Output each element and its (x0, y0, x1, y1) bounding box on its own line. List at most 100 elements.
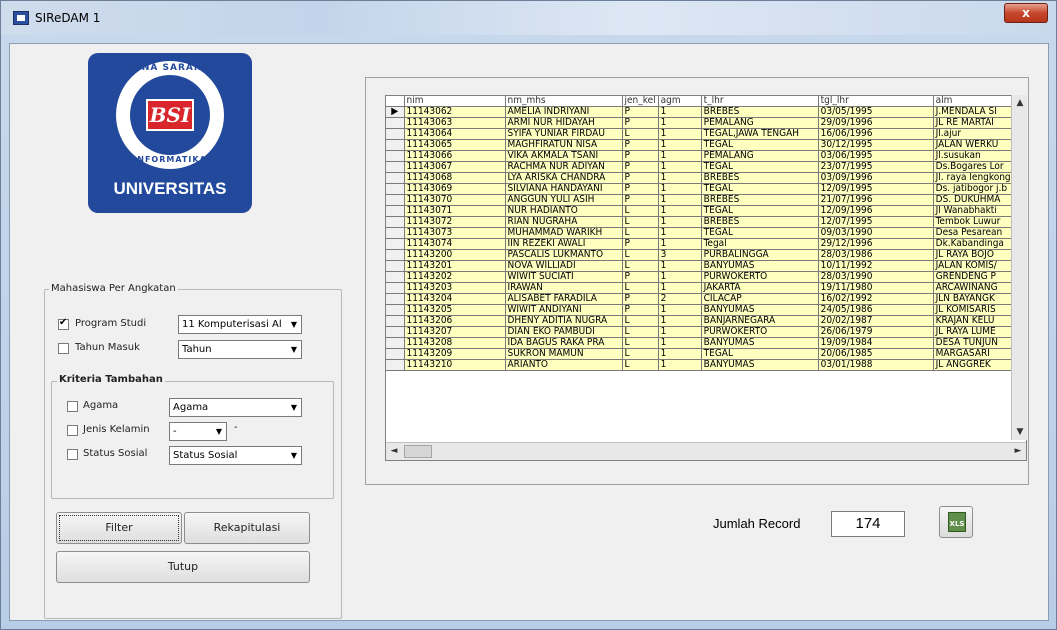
close-button[interactable]: x (1004, 3, 1048, 23)
row-selector[interactable] (386, 326, 405, 338)
cell-nim[interactable]: 11143209 (404, 348, 506, 360)
cell-jen-kel[interactable]: L (622, 249, 659, 261)
chevron-down-icon[interactable]: ▼ (287, 447, 301, 464)
cell-t-lhr[interactable]: PURWOKERTO (701, 326, 819, 338)
cell-nm-mhs[interactable]: AMELIA INDRIYANI (505, 106, 623, 118)
cell-nm-mhs[interactable]: NUR HADIANTO (505, 205, 623, 217)
cell-agm[interactable]: 1 (658, 128, 702, 140)
cell-nm-mhs[interactable]: LYA ARISKA CHANDRA (505, 172, 623, 184)
row-selector[interactable] (386, 128, 405, 140)
cell-tgl-lhr[interactable]: 12/09/1995 (818, 183, 934, 195)
table-row[interactable]: 11143203 IRAWAN L 1 JAKARTA 19/11/1980 ARCAWIN… (386, 282, 1020, 294)
cell-agm[interactable]: 1 (658, 326, 702, 338)
cell-tgl-lhr[interactable]: 12/09/1996 (818, 205, 934, 217)
row-selector[interactable] (386, 150, 405, 162)
cell-t-lhr[interactable]: TEGAL (701, 161, 819, 173)
column-header-t-lhr[interactable]: t_lhr (701, 96, 819, 107)
cell-tgl-lhr[interactable]: 19/11/1980 (818, 282, 934, 294)
tutup-button[interactable]: Tutup (56, 551, 310, 583)
cell-nm-mhs[interactable]: ALISABET FARADILA (505, 293, 623, 305)
chevron-down-icon[interactable]: ▼ (212, 423, 226, 440)
cell-t-lhr[interactable]: BREBES (701, 172, 819, 184)
cell-jen-kel[interactable]: L (622, 282, 659, 294)
cell-tgl-lhr[interactable]: 29/09/1996 (818, 117, 934, 129)
cell-jen-kel[interactable]: P (622, 293, 659, 305)
table-row[interactable]: 11143209 SUKRON MAMUN L 1 TEGAL 20/06/1985 MAR… (386, 348, 1020, 360)
cell-t-lhr[interactable]: PEMALANG (701, 150, 819, 162)
cell-jen-kel[interactable]: P (622, 238, 659, 250)
cell-t-lhr[interactable]: BANYUMAS (701, 260, 819, 272)
cell-t-lhr[interactable]: TEGAL (701, 348, 819, 360)
cell-alm[interactable]: JLN BAYANGK (933, 293, 1020, 305)
cell-nim[interactable]: 11143202 (404, 271, 506, 283)
cell-alm[interactable]: Desa Pesarean (933, 227, 1020, 239)
row-selector[interactable] (386, 282, 405, 294)
cell-nim[interactable]: 11143071 (404, 205, 506, 217)
cell-nm-mhs[interactable]: RIAN NUGRAHA (505, 216, 623, 228)
cell-jen-kel[interactable]: L (622, 315, 659, 327)
cell-alm[interactable]: DS. DUKUHMA (933, 194, 1020, 206)
cell-t-lhr[interactable]: BANYUMAS (701, 359, 819, 371)
cell-agm[interactable]: 1 (658, 238, 702, 250)
cell-jen-kel[interactable]: P (622, 183, 659, 195)
cell-nim[interactable]: 11143204 (404, 293, 506, 305)
row-selector[interactable] (386, 139, 405, 151)
cell-agm[interactable]: 1 (658, 194, 702, 206)
table-row[interactable]: 11143066 VIKA AKMALA TSANI P 1 PEMALANG 03/06… (386, 150, 1020, 162)
rekapitulasi-button[interactable]: Rekapitulasi (184, 512, 310, 544)
cell-alm[interactable]: MARGASARI (933, 348, 1020, 360)
row-selector[interactable] (386, 117, 405, 129)
chevron-down-icon[interactable]: ▼ (287, 316, 301, 333)
table-row[interactable]: 11143204 ALISABET FARADILA P 2 CILACAP 16/02/… (386, 293, 1020, 305)
cell-alm[interactable]: KRAJAN KELU (933, 315, 1020, 327)
cell-tgl-lhr[interactable]: 10/11/1992 (818, 260, 934, 272)
title-bar[interactable]: SIReDAM 1 x (1, 1, 1056, 35)
agama-select[interactable]: Agama ▼ (169, 398, 302, 417)
row-selector[interactable] (386, 183, 405, 195)
cell-nm-mhs[interactable]: ARMI NUR HIDAYAH (505, 117, 623, 129)
cell-alm[interactable]: JL RAYA BOJO (933, 249, 1020, 261)
cell-tgl-lhr[interactable]: 21/07/1996 (818, 194, 934, 206)
cell-t-lhr[interactable]: BREBES (701, 194, 819, 206)
row-selector[interactable] (386, 304, 405, 316)
cell-tgl-lhr[interactable]: 19/09/1984 (818, 337, 934, 349)
cell-jen-kel[interactable]: L (622, 128, 659, 140)
cell-jen-kel[interactable]: L (622, 326, 659, 338)
cell-agm[interactable]: 1 (658, 271, 702, 283)
tahun-masuk-select[interactable]: Tahun ▼ (178, 340, 302, 359)
table-row[interactable]: 11143201 NOVA WILLIADI L 1 BANYUMAS 10/11/199… (386, 260, 1020, 272)
cell-alm[interactable]: J.MENDALA SI (933, 106, 1020, 118)
cell-tgl-lhr[interactable]: 03/06/1995 (818, 150, 934, 162)
cell-t-lhr[interactable]: TEGAL (701, 139, 819, 151)
scroll-right-icon[interactable]: ► (1010, 443, 1026, 459)
cell-tgl-lhr[interactable]: 23/07/1995 (818, 161, 934, 173)
cell-t-lhr[interactable]: TEGAL (701, 183, 819, 195)
cell-alm[interactable]: GRENDENG P (933, 271, 1020, 283)
table-row[interactable]: 11143210 ARIANTO L 1 BANYUMAS 03/01/1988 JL AN… (386, 359, 1020, 371)
status-sosial-checkbox[interactable] (67, 449, 78, 460)
jenis-kelamin-select[interactable]: - ▼ (169, 422, 227, 441)
table-row[interactable]: 11143069 SILVIANA HANDAYANI P 1 TEGAL 12/09/1… (386, 183, 1020, 195)
cell-t-lhr[interactable]: BANYUMAS (701, 304, 819, 316)
vertical-scrollbar[interactable]: ▲ ▼ (1011, 95, 1027, 440)
cell-alm[interactable]: ARCAWINANG (933, 282, 1020, 294)
table-row[interactable]: 11143064 SYIFA YUNIAR FIRDAU L 1 TEGAL,JAWA … (386, 128, 1020, 140)
tahun-masuk-checkbox[interactable] (58, 343, 69, 354)
cell-tgl-lhr[interactable]: 03/09/1996 (818, 172, 934, 184)
row-selector[interactable] (386, 216, 405, 228)
column-header-nim[interactable]: nim (404, 96, 506, 107)
cell-nim[interactable]: 11143062 (404, 106, 506, 118)
cell-nm-mhs[interactable]: ARIANTO (505, 359, 623, 371)
cell-jen-kel[interactable]: P (622, 106, 659, 118)
chevron-down-icon[interactable]: ▼ (287, 341, 301, 358)
cell-t-lhr[interactable]: TEGAL,JAWA TENGAH (701, 128, 819, 140)
table-row[interactable]: ▶ 11143062 AMELIA INDRIYANI P 1 BREBES 03/05/1… (386, 106, 1020, 118)
cell-nm-mhs[interactable]: IIN REZEKI AWALI (505, 238, 623, 250)
table-row[interactable]: 11143208 IDA BAGUS RAKA PRA L 1 BANYUMAS 19/0… (386, 337, 1020, 349)
cell-nim[interactable]: 11143065 (404, 139, 506, 151)
cell-alm[interactable]: Dk.Kabandinga (933, 238, 1020, 250)
cell-alm[interactable]: Ds.Bogares Lor (933, 161, 1020, 173)
cell-jen-kel[interactable]: L (622, 205, 659, 217)
cell-agm[interactable]: 1 (658, 150, 702, 162)
cell-alm[interactable]: JL ANGGREK (933, 359, 1020, 371)
